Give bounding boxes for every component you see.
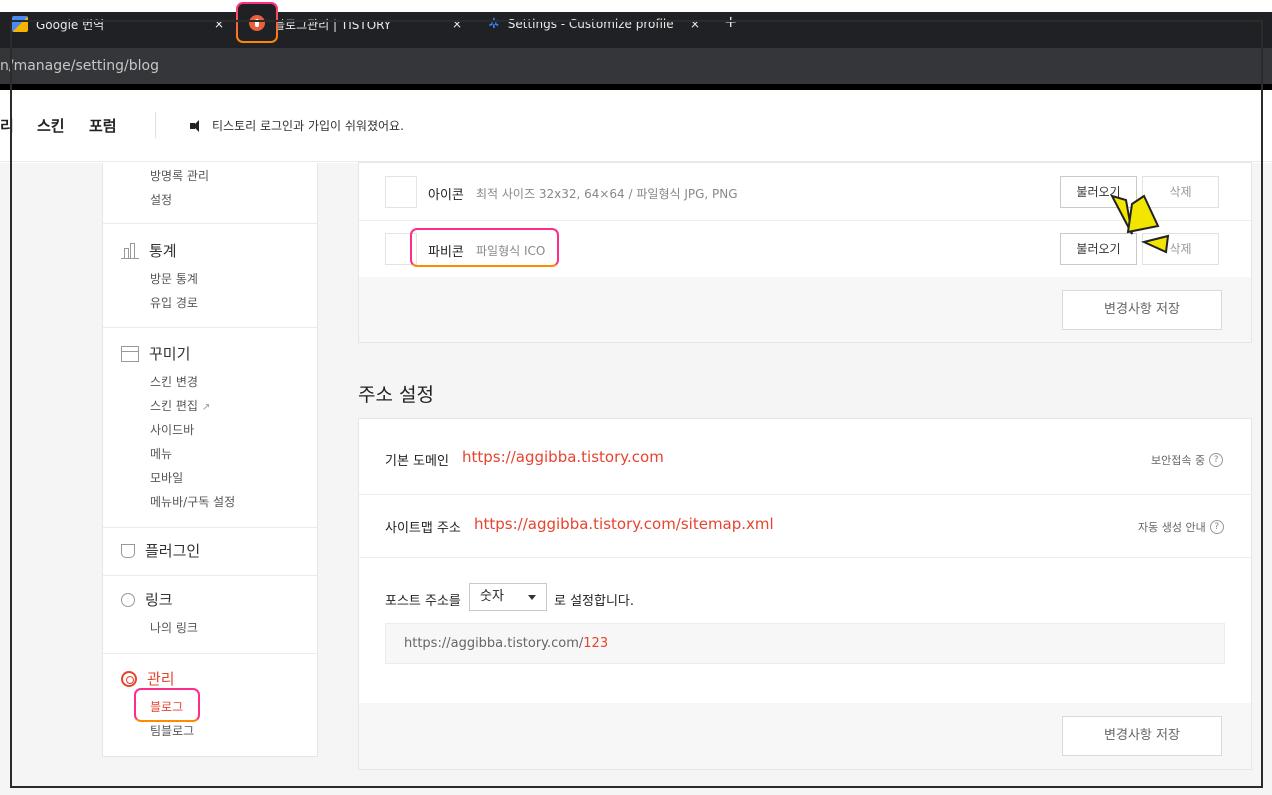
sidebar-item-settings[interactable]: 설정 [150, 191, 172, 208]
top-navigation: 리 스킨 포럼 티스토리 로그인과 가입이 쉬워졌어요. [0, 90, 1272, 162]
sidebar-section-stats[interactable]: 통계 [121, 240, 177, 261]
divider [359, 557, 1251, 558]
highlight-box [410, 228, 559, 267]
nav-item-forum[interactable]: 포럼 [89, 115, 117, 136]
sidebar-item-skin-change[interactable]: 스킨 변경 [150, 373, 198, 390]
google-translate-icon [12, 16, 28, 32]
sidebar-section-decorate[interactable]: 꾸미기 [121, 343, 190, 364]
external-link-icon: ↗ [201, 402, 211, 413]
tab-settings[interactable]: ✲ Settings - Customize profile [488, 12, 674, 36]
address-bar[interactable]: n/manage/setting/blog [0, 48, 1272, 84]
save-changes-button[interactable]: 변경사항 저장 [1062, 290, 1222, 330]
divider [103, 327, 317, 328]
divider [103, 527, 317, 528]
plug-icon [121, 543, 135, 558]
sidebar-item-team-blog[interactable]: 팀블로그 [150, 722, 194, 739]
speaker-icon [190, 119, 204, 132]
sitemap-label: 사이트맵 주소 [385, 521, 461, 536]
help-icon: ? [1209, 453, 1224, 467]
post-url-suffix: 로 설정합니다. [554, 594, 635, 609]
tistory-icon [249, 15, 265, 31]
sitemap-info[interactable]: 자동 생성 안내 ? [1138, 519, 1224, 535]
sidebar-item-my-link[interactable]: 나의 링크 [150, 619, 198, 636]
address-url: n/manage/setting/blog [0, 58, 159, 74]
divider [359, 494, 1251, 495]
pointer-annotation [1110, 194, 1170, 254]
icon-desc: 최적 사이즈 32x32, 64×64 / 파일형식 JPG, PNG [476, 187, 738, 201]
screen: Google 번역 × 블로그관리 | TISTORY × ✲ Settings… [0, 0, 1272, 795]
tab-close-icon[interactable]: × [214, 12, 224, 36]
highlight-box [134, 688, 200, 722]
gear-icon: ✲ [488, 16, 500, 32]
divider [103, 223, 317, 224]
sidebar-section-manage[interactable]: 관리 [121, 668, 175, 689]
default-domain-label: 기본 도메인 [385, 454, 449, 469]
sidebar-item-mobile[interactable]: 모바일 [150, 469, 183, 486]
post-url-format-select[interactable]: 숫자 [469, 583, 547, 611]
sidebar-item-menu[interactable]: 메뉴 [150, 445, 172, 462]
tab-google-translate[interactable]: Google 번역 [12, 12, 104, 36]
tab-close-icon[interactable]: × [452, 12, 462, 36]
chart-icon [121, 242, 139, 259]
caret-down-icon [528, 595, 536, 600]
sidebar-item-menubar[interactable]: 메뉴바/구독 설정 [150, 493, 235, 510]
tab-close-icon[interactable]: × [690, 12, 700, 36]
post-url-preview: https://aggibba.tistory.com/123 [385, 623, 1225, 664]
section-title: 주소 설정 [358, 384, 434, 406]
icon-preview [385, 176, 417, 208]
new-tab-button[interactable]: + [724, 12, 737, 31]
default-domain-url[interactable]: https://aggibba.tistory.com [462, 448, 664, 466]
nav-item-manage[interactable]: 리 [0, 115, 14, 136]
secure-connection-info[interactable]: 보안접속 중 ? [1151, 452, 1224, 468]
sidebar-item-sidebar[interactable]: 사이드바 [150, 421, 194, 438]
icon-label: 아이콘 [428, 188, 464, 203]
help-icon: ? [1209, 520, 1224, 534]
divider [103, 653, 317, 654]
sidebar-item-visit-stats[interactable]: 방문 통계 [150, 270, 198, 287]
divider [155, 112, 156, 138]
sidebar: 방명록 관리 설정 통계 방문 통계 유입 경로 꾸미기 스킨 변경 스킨 편집… [102, 163, 318, 757]
sidebar-item-referrer[interactable]: 유입 경로 [150, 294, 198, 311]
nav-item-skin[interactable]: 스킨 [37, 115, 65, 136]
post-url-prefix: 포스트 주소를 [385, 594, 461, 609]
link-icon [121, 592, 135, 607]
sidebar-section-link[interactable]: 링크 [121, 589, 173, 610]
save-changes-button[interactable]: 변경사항 저장 [1062, 716, 1222, 756]
divider [103, 575, 317, 576]
notice-link[interactable]: 티스토리 로그인과 가입이 쉬워졌어요. [190, 117, 404, 134]
gear-icon [121, 670, 137, 687]
sidebar-section-plugin[interactable]: 플러그인 [121, 540, 200, 561]
sidebar-item-skin-edit[interactable]: 스킨 편집 ↗ [150, 397, 210, 414]
layout-icon [121, 345, 139, 362]
sitemap-url[interactable]: https://aggibba.tistory.com/sitemap.xml [474, 515, 774, 533]
sidebar-item-guestbook[interactable]: 방명록 관리 [150, 167, 209, 184]
